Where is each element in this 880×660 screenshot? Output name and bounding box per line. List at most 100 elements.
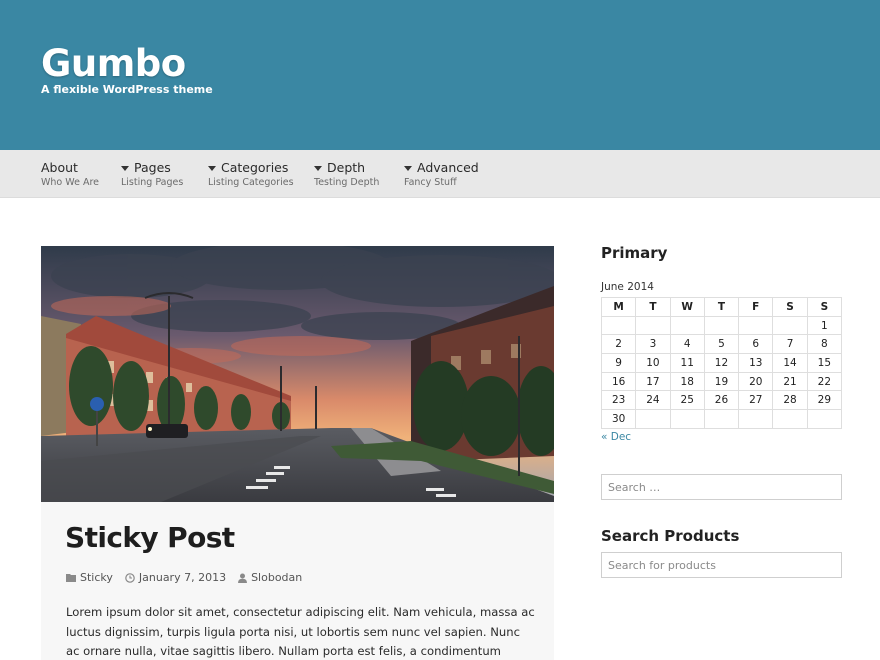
post-author-label: Slobodan — [251, 571, 303, 584]
calendar-day: 27 — [738, 390, 774, 411]
calendar-week-row: 1 — [600, 315, 843, 336]
calendar-prev-link[interactable]: « Dec — [601, 431, 631, 443]
calendar-day: 11 — [669, 353, 705, 373]
calendar-day: 28 — [772, 390, 808, 411]
calendar-day — [669, 409, 705, 429]
user-icon — [238, 573, 248, 583]
calendar-day: 24 — [635, 390, 671, 411]
nav-item-about-sub: Who We Are — [41, 177, 99, 188]
nav-item-depth-label: Depth — [327, 160, 366, 175]
calendar-day: 12 — [703, 353, 740, 373]
nav-item-advanced-sub: Fancy Stuff — [404, 177, 457, 188]
calendar-weekday-row: M T W T F S S — [600, 297, 843, 317]
nav-item-pages-sub: Listing Pages — [121, 177, 184, 188]
calendar-day — [635, 315, 671, 336]
calendar-day — [738, 315, 774, 336]
sticky-post: Sticky Post Sticky January 7, 2013 Slobo… — [41, 246, 554, 660]
calendar-day: 29 — [806, 390, 843, 411]
calendar-day — [772, 409, 808, 429]
calendar-day: 26 — [703, 390, 740, 411]
caret-down-icon — [121, 165, 129, 171]
folder-icon — [66, 574, 76, 582]
nav-item-about[interactable]: About Who We Are — [41, 160, 99, 188]
calendar-day: 15 — [806, 353, 843, 373]
calendar-day: 25 — [669, 390, 705, 411]
post-author[interactable]: Slobodan — [238, 571, 302, 584]
featured-image[interactable] — [41, 246, 554, 502]
calendar-day — [703, 315, 740, 336]
calendar-day: 6 — [738, 334, 774, 355]
nav-item-pages[interactable]: Pages Listing Pages — [121, 160, 183, 188]
calendar-week-row: 30 — [600, 409, 843, 429]
nav-item-categories[interactable]: Categories Listing Categories — [208, 160, 294, 188]
site-description: A flexible WordPress theme — [41, 83, 213, 96]
post-category-label: Sticky — [80, 571, 113, 584]
calendar-day: 30 — [600, 409, 637, 429]
primary-widget-title: Primary — [601, 244, 668, 262]
calendar-day: 21 — [772, 371, 808, 392]
nav-item-depth[interactable]: Depth Testing Depth — [314, 160, 379, 188]
calendar-day: 14 — [772, 353, 808, 373]
calendar-day: 16 — [600, 371, 637, 392]
calendar-day — [738, 409, 774, 429]
calendar-day — [703, 409, 740, 429]
post-meta: Sticky January 7, 2013 Slobodan — [66, 571, 314, 584]
post-date-label: January 7, 2013 — [138, 571, 227, 584]
nav-item-advanced-label: Advanced — [417, 160, 479, 175]
clock-icon — [125, 572, 135, 583]
calendar: M T W T F S S 1 2 3 4 5 6 7 8 9 10 11 12 13 14 15 16 17 1… — [600, 297, 843, 429]
calendar-day: 10 — [635, 353, 671, 373]
weekday: S — [772, 297, 808, 317]
calendar-day: 20 — [738, 371, 774, 392]
calendar-day: 22 — [806, 371, 843, 392]
calendar-week-row: 9 10 11 12 13 14 15 — [600, 353, 843, 373]
calendar-caption: June 2014 — [601, 281, 654, 293]
nav-item-categories-label: Categories — [221, 160, 289, 175]
weekday: M — [600, 297, 637, 317]
nav-item-depth-sub: Testing Depth — [314, 177, 380, 188]
nav-item-advanced[interactable]: Advanced Fancy Stuff — [404, 160, 479, 188]
calendar-week-row: 2345678 — [600, 334, 843, 355]
nav-item-pages-label: Pages — [134, 160, 171, 175]
nav-item-about-label: About — [41, 160, 78, 175]
main-navigation: About Who We Are Pages Listing Pages Cat… — [0, 150, 880, 198]
weekday: W — [669, 297, 705, 317]
calendar-day: 23 — [600, 390, 637, 411]
site-title[interactable]: Gumbo — [41, 42, 186, 85]
calendar-day: 9 — [600, 353, 637, 373]
weekday: T — [703, 297, 740, 317]
calendar-day — [635, 409, 671, 429]
calendar-day: 2 — [600, 334, 637, 355]
calendar-day: 3 — [635, 334, 671, 355]
calendar-day: 7 — [772, 334, 808, 355]
calendar-day: 5 — [703, 334, 740, 355]
nav-item-categories-sub: Listing Categories — [208, 177, 294, 188]
caret-down-icon — [314, 165, 322, 171]
calendar-day: 19 — [703, 371, 740, 392]
calendar-day — [806, 409, 843, 429]
search-products-title: Search Products — [601, 527, 740, 545]
calendar-day — [600, 315, 637, 336]
calendar-day — [669, 315, 705, 336]
calendar-day: 8 — [806, 334, 843, 355]
weekday: F — [738, 297, 774, 317]
weekday: S — [806, 297, 843, 317]
caret-down-icon — [208, 165, 216, 171]
post-excerpt: Lorem ipsum dolor sit amet, consectetur … — [66, 605, 535, 658]
calendar-day — [772, 315, 808, 336]
weekday: T — [635, 297, 671, 317]
site-header: Gumbo A flexible WordPress theme — [0, 0, 880, 150]
calendar-day: 4 — [669, 334, 705, 355]
calendar-week-row: 16 17 18 19 20 21 22 — [600, 371, 843, 392]
calendar-day: 17 — [635, 371, 671, 392]
caret-down-icon — [404, 165, 412, 171]
calendar-week-row: 23 24 25 26 27 28 29 — [600, 390, 843, 411]
post-category[interactable]: Sticky — [66, 571, 113, 584]
calendar-day: 1 — [806, 315, 843, 336]
post-title[interactable]: Sticky Post — [65, 521, 235, 554]
search-input[interactable] — [601, 474, 842, 500]
calendar-day: 18 — [669, 371, 705, 392]
calendar-day: 13 — [738, 353, 774, 373]
post-date[interactable]: January 7, 2013 — [125, 571, 226, 584]
product-search-input[interactable] — [601, 552, 842, 578]
